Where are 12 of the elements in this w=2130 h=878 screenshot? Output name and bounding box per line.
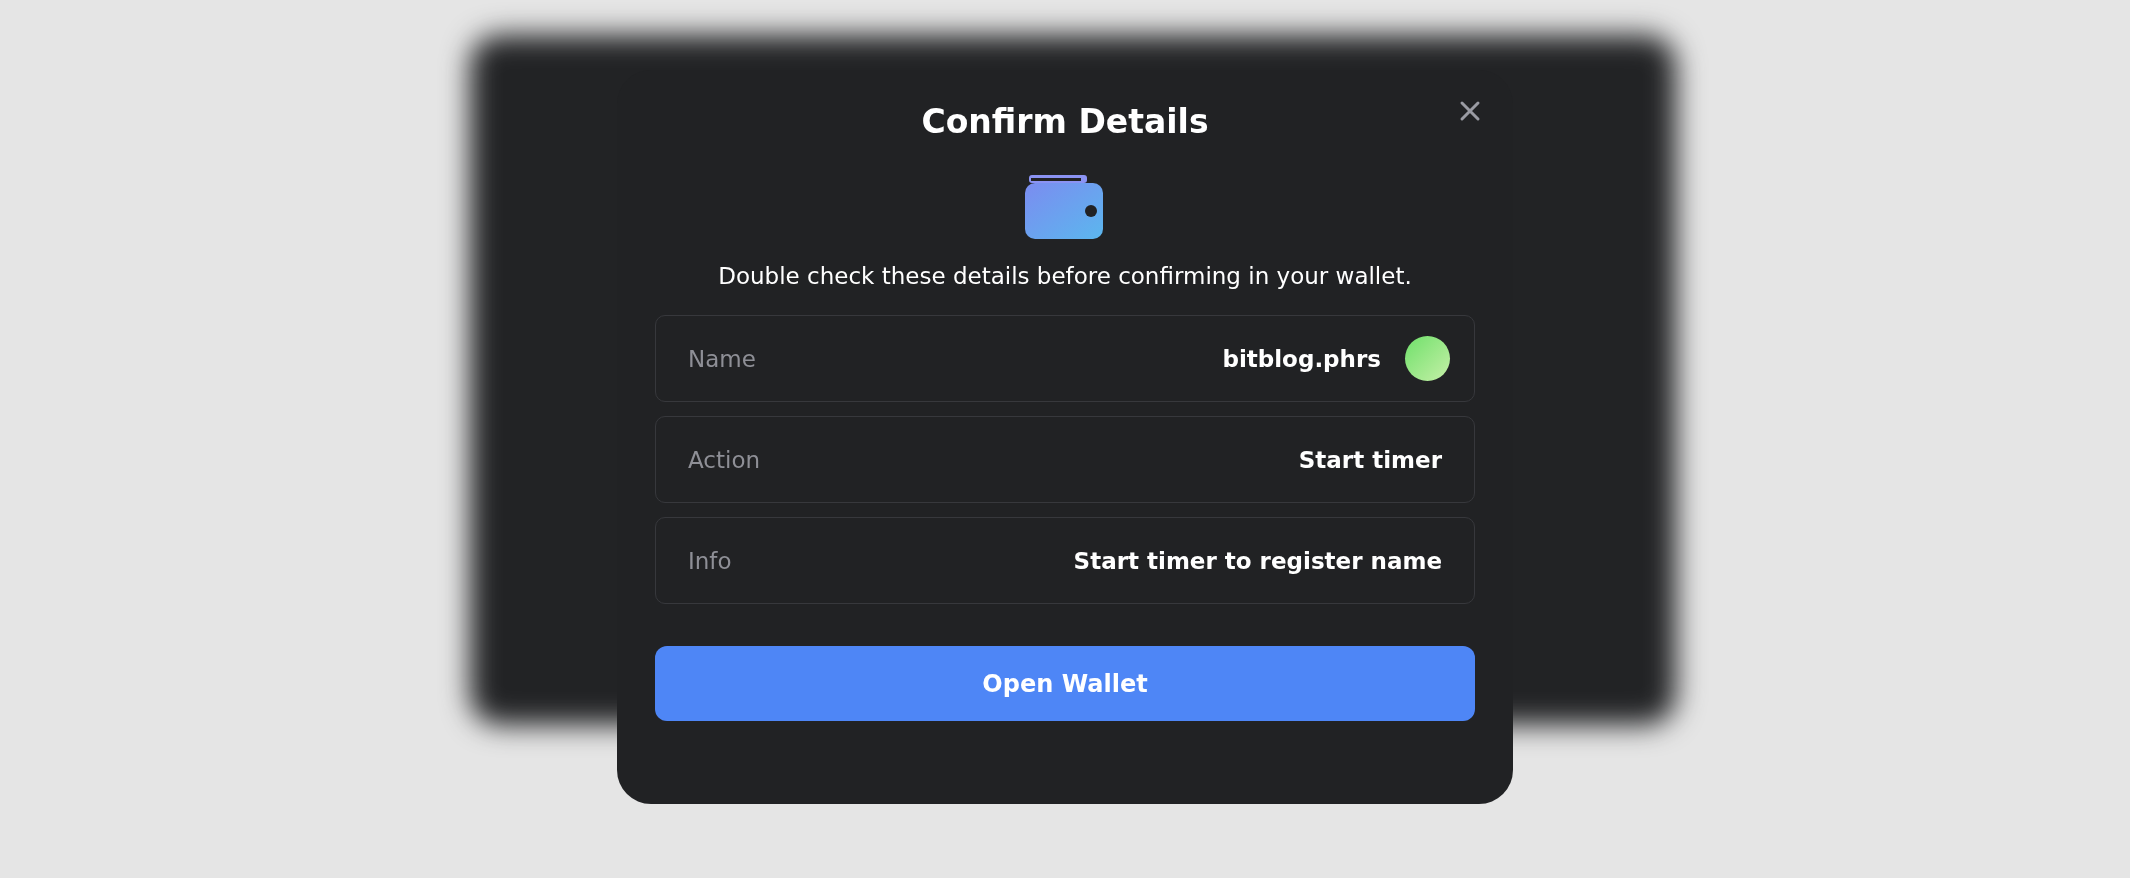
avatar-icon: [1405, 336, 1450, 381]
detail-value: bitblog.phrs: [1222, 345, 1381, 372]
wallet-icon: [1025, 175, 1105, 239]
dialog-title: Confirm Details: [921, 102, 1209, 141]
detail-value: Start timer to register name: [1073, 547, 1442, 574]
close-icon: [1459, 100, 1481, 122]
description: Double check these details before confirming in your wallet.: [718, 263, 1412, 289]
detail-label: Action: [688, 446, 761, 473]
open-wallet-button[interactable]: Open Wallet: [655, 646, 1475, 721]
detail-value: Start timer: [1298, 446, 1442, 473]
detail-label: Info: [688, 547, 732, 574]
detail-label: Name: [688, 345, 756, 372]
